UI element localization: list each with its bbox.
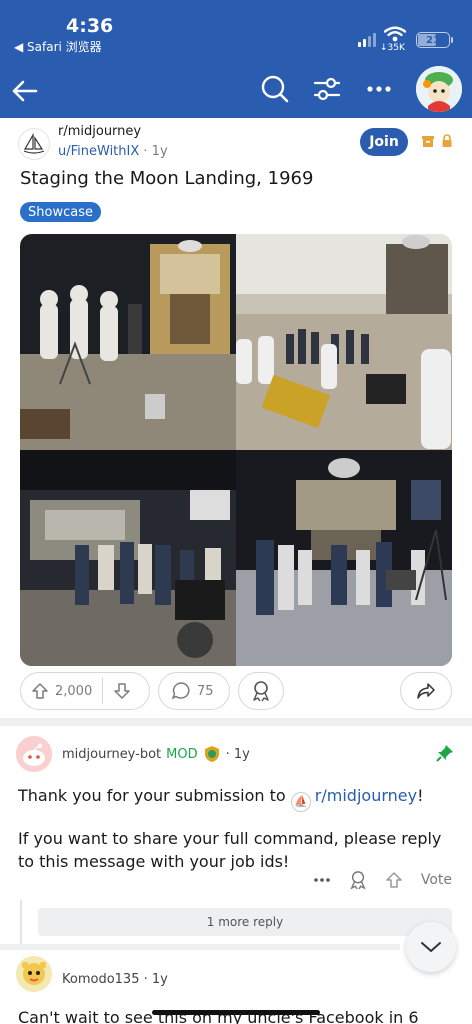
header-actions xyxy=(260,66,462,112)
subreddit-inline-icon: ⛵ xyxy=(290,792,311,812)
post-image-1[interactable] xyxy=(20,234,236,450)
share-button[interactable] xyxy=(400,672,452,710)
award-button[interactable] xyxy=(238,672,284,710)
sliders-icon xyxy=(313,77,341,101)
scroll-next-button[interactable] xyxy=(406,922,456,972)
vote-label[interactable]: Vote xyxy=(421,872,452,888)
subreddit-icon[interactable] xyxy=(18,128,50,160)
search-icon xyxy=(261,75,289,103)
post-image-3[interactable] xyxy=(20,450,236,666)
post-image-gallery[interactable] xyxy=(20,234,452,666)
comment-text: ! xyxy=(417,786,424,805)
post-action-bar: 2,000 75 xyxy=(20,672,452,712)
back-button[interactable] xyxy=(8,74,42,108)
author-link[interactable]: u/FineWithIX xyxy=(58,144,139,159)
vote-control: 2,000 xyxy=(20,672,150,710)
battery-level: 21 xyxy=(426,34,440,46)
post-flair[interactable]: Showcase xyxy=(20,202,101,222)
arrow-left-icon xyxy=(12,80,38,102)
archive-icon xyxy=(422,136,434,147)
subreddit-inline-link[interactable]: r/midjourney xyxy=(315,786,417,805)
comment-age: · 1y xyxy=(143,972,168,987)
section-divider xyxy=(0,718,472,726)
thread-line[interactable] xyxy=(20,900,22,944)
more-replies-button[interactable]: 1 more reply xyxy=(38,908,452,936)
comment-author[interactable]: Komodo135 xyxy=(62,972,139,987)
join-button[interactable]: Join xyxy=(360,128,408,156)
user-avatar[interactable] xyxy=(416,66,462,112)
post-header: r/midjourney u/FineWithIX · 1y Join xyxy=(18,124,458,164)
award-icon[interactable] xyxy=(349,870,367,890)
comment-text: Thank you for your submission to xyxy=(18,786,291,805)
cellular-signal-icon xyxy=(358,33,376,47)
post-age: · 1y xyxy=(143,144,168,159)
comment-meta: Komodo135 · 1y xyxy=(62,972,168,987)
award-icon xyxy=(253,681,269,702)
upvote-icon[interactable] xyxy=(31,682,49,700)
author-line: u/FineWithIX · 1y xyxy=(58,144,168,159)
comment-avatar[interactable] xyxy=(16,956,52,992)
comment-actions: Vote xyxy=(313,870,452,890)
upvote-count: 2,000 xyxy=(55,683,93,699)
comment-paragraph: If you want to share your full command, … xyxy=(18,829,442,871)
post-image-2[interactable] xyxy=(236,234,452,450)
ellipsis-icon[interactable] xyxy=(313,877,331,883)
home-indicator xyxy=(152,1010,320,1015)
comment-author[interactable]: midjourney-bot xyxy=(62,747,161,762)
mod-shield-icon xyxy=(204,746,219,762)
more-options-button[interactable] xyxy=(364,74,394,104)
lock-icon xyxy=(442,134,452,147)
comment-age: · 1y xyxy=(225,746,250,762)
comment-avatar[interactable] xyxy=(16,736,52,772)
status-indicators: ↓35K 21 xyxy=(358,26,453,54)
comment-meta: midjourney-bot MOD · 1y xyxy=(62,745,250,763)
share-icon xyxy=(417,683,435,699)
mod-badge: MOD xyxy=(166,746,198,762)
downvote-icon[interactable] xyxy=(113,682,131,700)
battery-icon: 21 xyxy=(416,32,453,48)
comment-paragraph: Thank you for your submission to ⛵ r/midj… xyxy=(18,784,458,812)
vote-divider xyxy=(102,678,104,704)
wifi-icon: ↓35K xyxy=(380,26,408,54)
comment-divider xyxy=(0,944,400,950)
post-title[interactable]: Staging the Moon Landing, 1969 xyxy=(20,168,313,189)
post-image-4[interactable] xyxy=(236,450,452,666)
top-app-bar: 4:36 ◀ Safari 浏览器 ↓35K 21 xyxy=(0,0,472,118)
comments-button[interactable]: 75 xyxy=(158,672,230,710)
network-speed: ↓35K xyxy=(380,43,405,53)
pinned-icon xyxy=(436,744,454,766)
comment-bubble-icon xyxy=(171,682,190,700)
sailboat-icon xyxy=(23,133,45,154)
upvote-icon[interactable] xyxy=(385,871,403,889)
status-time: 4:36 xyxy=(66,15,114,37)
chevron-down-icon xyxy=(421,942,441,952)
comment-count: 75 xyxy=(197,683,214,699)
ellipsis-icon xyxy=(367,86,391,92)
search-button[interactable] xyxy=(260,74,290,104)
post-flags xyxy=(421,134,454,148)
subreddit-name[interactable]: r/midjourney xyxy=(58,124,141,139)
back-to-safari[interactable]: ◀ Safari 浏览器 xyxy=(14,38,102,55)
filter-button[interactable] xyxy=(312,74,342,104)
